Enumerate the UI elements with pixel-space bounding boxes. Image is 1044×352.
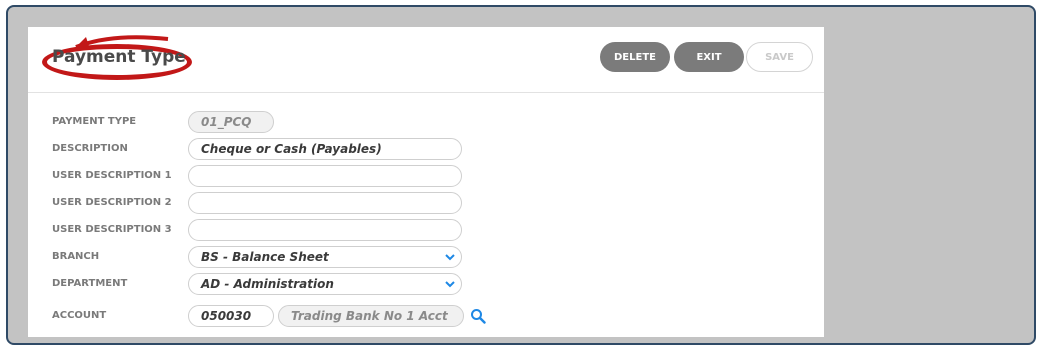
user-description-2-field[interactable] bbox=[188, 192, 462, 214]
branch-select-value: BS - Balance Sheet bbox=[201, 250, 329, 264]
user-description-2-row: USER DESCRIPTION 2 bbox=[28, 192, 824, 214]
account-name-field: Trading Bank No 1 Acct bbox=[278, 305, 464, 327]
app-frame: Payment Type DELETE EXIT SAVE PAYMENT TY… bbox=[6, 5, 1036, 345]
panel-header: Payment Type DELETE EXIT SAVE bbox=[28, 27, 824, 93]
user-description-3-label: USER DESCRIPTION 3 bbox=[52, 224, 172, 235]
search-icon[interactable] bbox=[470, 308, 486, 324]
chevron-down-icon bbox=[445, 281, 455, 288]
page-title: Payment Type bbox=[52, 47, 186, 67]
branch-select[interactable]: BS - Balance Sheet bbox=[188, 246, 462, 268]
user-description-3-field[interactable] bbox=[188, 219, 462, 241]
user-description-1-row: USER DESCRIPTION 1 bbox=[28, 165, 824, 187]
account-label: ACCOUNT bbox=[52, 310, 107, 321]
branch-row: BRANCH BS - Balance Sheet bbox=[28, 246, 824, 268]
save-button[interactable]: SAVE bbox=[746, 42, 813, 72]
account-code-field[interactable]: 050030 bbox=[188, 305, 274, 327]
department-select[interactable]: AD - Administration bbox=[188, 273, 462, 295]
exit-button[interactable]: EXIT bbox=[674, 42, 744, 72]
chevron-down-icon bbox=[445, 254, 455, 261]
payment-type-panel: Payment Type DELETE EXIT SAVE PAYMENT TY… bbox=[28, 27, 824, 337]
department-label: DEPARTMENT bbox=[52, 278, 128, 289]
department-select-value: AD - Administration bbox=[201, 277, 334, 291]
payment-type-label: PAYMENT TYPE bbox=[52, 116, 137, 127]
payment-type-field: 01_PCQ bbox=[188, 111, 274, 133]
user-description-2-label: USER DESCRIPTION 2 bbox=[52, 197, 172, 208]
user-description-1-label: USER DESCRIPTION 1 bbox=[52, 170, 172, 181]
account-row: ACCOUNT 050030 Trading Bank No 1 Acct bbox=[28, 305, 824, 327]
user-description-3-row: USER DESCRIPTION 3 bbox=[28, 219, 824, 241]
payment-type-row: PAYMENT TYPE 01_PCQ bbox=[28, 111, 824, 133]
description-field[interactable]: Cheque or Cash (Payables) bbox=[188, 138, 462, 160]
description-label: DESCRIPTION bbox=[52, 143, 128, 154]
user-description-1-field[interactable] bbox=[188, 165, 462, 187]
delete-button[interactable]: DELETE bbox=[600, 42, 670, 72]
description-row: DESCRIPTION Cheque or Cash (Payables) bbox=[28, 138, 824, 160]
department-row: DEPARTMENT AD - Administration bbox=[28, 273, 824, 295]
branch-label: BRANCH bbox=[52, 251, 100, 262]
